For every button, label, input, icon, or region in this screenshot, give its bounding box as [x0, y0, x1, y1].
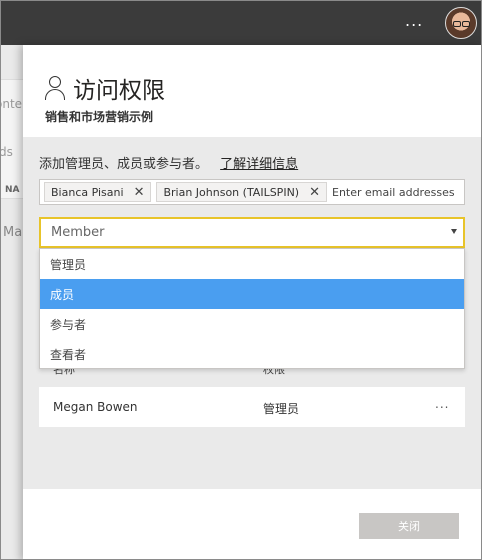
role-option-viewer[interactable]: 查看者	[40, 339, 464, 369]
member-permission: 管理员	[263, 402, 300, 416]
access-panel: 访问权限 销售和市场营销示例 添加管理员、成员或参与者。 了解详细信息 Bian…	[23, 45, 481, 559]
member-name: Megan Bowen	[53, 400, 138, 414]
role-option-admin[interactable]: 管理员	[40, 249, 464, 279]
row-more-icon[interactable]: ...	[435, 397, 449, 411]
role-dropdown: 管理员 成员 参与者 查看者	[39, 248, 465, 369]
background-label: Ma	[3, 225, 23, 240]
background-label: NA	[5, 185, 20, 195]
window-frame: ... onte ds NA Ma 访问权限 销售和市场营销示例 添加管理员、成…	[0, 0, 482, 560]
add-text: 添加管理员、成员或参与者。	[39, 157, 209, 172]
role-select[interactable]: Member	[39, 217, 465, 248]
remove-chip-icon[interactable]: ✕	[134, 185, 145, 200]
chip-name: Brian Johnson (TAILSPIN)	[163, 185, 300, 199]
add-instructions: 添加管理员、成员或参与者。 了解详细信息	[39, 153, 298, 172]
title-row: 访问权限	[45, 71, 165, 105]
close-button[interactable]: 关闭	[359, 513, 459, 539]
panel-header: 访问权限 销售和市场营销示例	[23, 45, 481, 137]
role-selected-value: Member	[51, 225, 105, 240]
dataset-subtitle: 销售和市场营销示例	[45, 110, 154, 124]
person-chip: Bianca Pisani ✕	[44, 182, 152, 202]
learn-more-link[interactable]: 了解详细信息	[220, 157, 298, 172]
email-input[interactable]	[332, 185, 477, 199]
remove-chip-icon[interactable]: ✕	[309, 185, 320, 200]
top-bar: ...	[1, 1, 481, 45]
glasses-right	[462, 21, 470, 27]
role-option-member[interactable]: 成员	[40, 279, 464, 309]
more-options-icon[interactable]: ...	[405, 11, 423, 30]
background-label: ds	[1, 145, 13, 159]
people-picker[interactable]: Bianca Pisani ✕ Brian Johnson (TAILSPIN)…	[39, 179, 477, 205]
page-title: 访问权限	[73, 78, 165, 104]
person-icon	[45, 76, 65, 100]
person-chip: Brian Johnson (TAILSPIN) ✕	[156, 182, 327, 202]
background-page: onte ds NA Ma	[1, 45, 23, 559]
glasses-left	[453, 21, 461, 27]
chevron-down-icon[interactable]	[451, 229, 457, 234]
table-row: Megan Bowen 管理员 ...	[39, 387, 465, 427]
background-label: onte	[1, 97, 23, 111]
user-avatar[interactable]	[445, 7, 477, 39]
panel-footer: 关闭	[23, 489, 481, 559]
chip-name: Bianca Pisani	[51, 185, 124, 199]
role-option-contributor[interactable]: 参与者	[40, 309, 464, 339]
